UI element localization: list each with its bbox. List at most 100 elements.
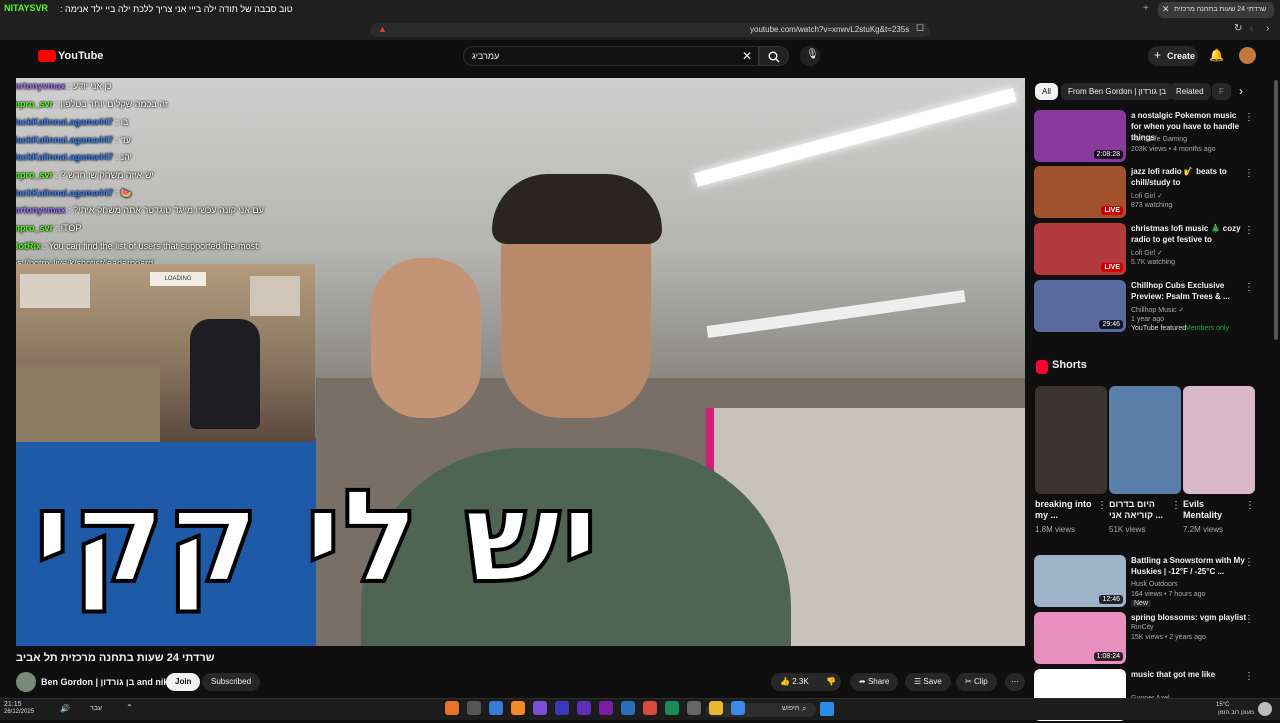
short-thumbnail[interactable]	[1109, 386, 1181, 494]
video-title: Battling a Snowstorm with My Huskies | -…	[1131, 556, 1245, 576]
channel-name[interactable]: Ben Gordon | בן גורדון and nik	[41, 677, 168, 687]
app-icon-2[interactable]	[467, 701, 481, 715]
duration-badge: 1:08:24	[1093, 652, 1123, 661]
recommended-video[interactable]: LIVE jazz lofi radio 🎷 beats to chill/stu…	[1034, 166, 1260, 220]
short-title[interactable]: Evils Mentality	[1183, 499, 1243, 521]
more-options-icon[interactable]: ⋮	[1171, 500, 1181, 511]
chip-from-channel[interactable]: From Ben Gordon | בן גורדון	[1061, 83, 1173, 100]
recommended-video[interactable]: 12:46 Battling a Snowstorm with My Huskie…	[1034, 555, 1260, 609]
more-options-icon[interactable]: ⋮	[1097, 500, 1107, 511]
active-tab[interactable]: ✕ שרדתי 24 שעות בתחנה מרכזית	[1158, 2, 1274, 18]
thumbs-down-icon[interactable]: 👎	[826, 673, 836, 691]
short-thumbnail[interactable]	[1183, 386, 1255, 494]
youtube-logo-icon[interactable]	[38, 50, 56, 62]
clip-button[interactable]: ✂ Clip	[956, 673, 997, 691]
save-button[interactable]: ☰ Save	[905, 673, 951, 691]
sidebar-scrollbar[interactable]	[1274, 80, 1278, 340]
chip-all[interactable]: All	[1035, 83, 1058, 100]
youtube-logo-text: YouTube	[58, 50, 104, 62]
app-icon-9[interactable]	[621, 701, 635, 715]
search-input[interactable]: עמרביג ✕	[463, 46, 759, 66]
app-icon-5[interactable]	[533, 701, 547, 715]
more-options-icon[interactable]: ⋮	[1244, 557, 1254, 568]
short-title[interactable]: היום בדרום קוריאה אני ...	[1109, 499, 1169, 521]
browser-tab-bar: NITAYSVR : טוב סבבה של תודה ילה בייי אני…	[0, 0, 1280, 20]
voice-search-button[interactable]: 🎙	[800, 46, 820, 66]
weather-icon	[1258, 702, 1272, 716]
tab-title: שרדתי 24 שעות בתחנה מרכזית	[1174, 6, 1267, 13]
language-indicator[interactable]: עבר	[90, 705, 102, 712]
short-title[interactable]: breaking into my ...	[1035, 499, 1095, 521]
volume-icon[interactable]: 🔊	[60, 704, 70, 713]
app-icon-12[interactable]	[687, 701, 701, 715]
subscribed-button[interactable]: Subscribed	[202, 673, 261, 691]
like-count: 2.3K	[792, 677, 809, 686]
windows-start-icon[interactable]	[820, 702, 834, 716]
tray-expand-icon[interactable]: ⌃	[126, 703, 133, 712]
app-icon-8[interactable]	[599, 701, 613, 715]
video-title: שרדתי 24 שעות בתחנה מרכזית תל אביב	[16, 652, 215, 664]
folder-icon[interactable]	[709, 701, 723, 715]
more-options-icon[interactable]: ⋮	[1244, 112, 1254, 123]
video-title: christmas lofi music 🎄 cozy radio to get…	[1131, 224, 1241, 244]
video-thumbnail[interactable]: 29:46	[1034, 280, 1126, 332]
back-icon[interactable]: ‹	[1250, 23, 1253, 34]
app-icon-10[interactable]	[643, 701, 657, 715]
video-thumbnail[interactable]: 12:46	[1034, 555, 1126, 607]
chip-more[interactable]: F	[1212, 83, 1231, 100]
avatar[interactable]	[1239, 47, 1256, 64]
app-icon-7[interactable]	[577, 701, 591, 715]
recommended-video[interactable]: LIVE christmas lofi music 🎄 cozy radio to…	[1034, 223, 1260, 277]
more-options-icon[interactable]: ⋮	[1244, 225, 1254, 236]
search-button[interactable]	[759, 46, 789, 66]
channel-name: RinCity	[1131, 624, 1154, 631]
chat-username: JackKalinnai.agama447	[16, 116, 114, 127]
app-icon-4[interactable]	[511, 701, 525, 715]
more-actions-button[interactable]: ⋯	[1005, 673, 1025, 691]
chip-related[interactable]: Related	[1169, 83, 1211, 100]
share-button[interactable]: ➦ Share	[850, 673, 899, 691]
video-thumbnail[interactable]: 2:08:28	[1034, 110, 1126, 162]
webcam-window	[250, 276, 300, 316]
chips-next-icon[interactable]: ›	[1239, 84, 1243, 98]
more-options-icon[interactable]: ⋮	[1245, 500, 1255, 511]
reload-icon[interactable]: ↻	[1234, 23, 1242, 34]
short-views: 1.8M views	[1035, 525, 1076, 534]
bookmark-icon[interactable]: ☐	[916, 23, 924, 34]
video-thumbnail[interactable]: LIVE	[1034, 166, 1126, 218]
channel-avatar[interactable]	[16, 672, 36, 692]
create-button[interactable]: + Create	[1148, 46, 1198, 66]
short-thumbnail[interactable]	[1035, 386, 1107, 494]
person-hand	[371, 258, 481, 418]
recommended-video[interactable]: 2:08:28 a nostalgic Pokemon music for whe…	[1034, 110, 1260, 164]
forward-icon[interactable]: ›	[1266, 23, 1269, 34]
notifications-bell-icon[interactable]: 🔔	[1209, 48, 1224, 62]
new-tab-icon[interactable]: +	[1143, 3, 1149, 14]
app-icon-1[interactable]	[445, 701, 459, 715]
more-options-icon[interactable]: ⋮	[1244, 282, 1254, 293]
like-dislike-button[interactable]: 👍 2.3K 👎	[771, 673, 841, 691]
more-options-icon[interactable]: ⋮	[1244, 168, 1254, 179]
clear-search-icon[interactable]: ✕	[742, 49, 752, 63]
app-icon-11[interactable]	[665, 701, 679, 715]
video-thumbnail[interactable]: 1:08:24	[1034, 612, 1126, 664]
app-icon-6[interactable]	[555, 701, 569, 715]
chat-text: You can find the list of users that supp…	[48, 240, 261, 251]
chat-message: ✚ JackKalinnai.agama447 : בו	[16, 115, 128, 129]
chat-message: ✚ JackKalinnai.agama447 : יהנ	[16, 150, 132, 164]
shorts-header: Shorts	[1052, 359, 1087, 371]
more-options-icon[interactable]: ⋮	[1244, 614, 1254, 625]
recommended-video[interactable]: 29:46 Chillhop Cubs Exclusive Preview: Ps…	[1034, 280, 1260, 334]
app-icon-3[interactable]	[489, 701, 503, 715]
close-tab-icon[interactable]: ✕	[1162, 4, 1170, 15]
recommended-video[interactable]: 1:08:24 spring blossoms: vgm playlist RinC…	[1034, 612, 1260, 666]
video-player[interactable]: ✚ mrtonyvmax : ?בטלפון זה הסאב עולה יותר…	[16, 78, 1025, 646]
chat-message: ✚ JackKalinnai.agama447 : 🍉	[16, 186, 132, 200]
url-field[interactable]: ▲ youtube.com/watch?v=xnwvL2stuKg&t=235s…	[370, 23, 930, 37]
plus-icon: +	[1154, 48, 1162, 62]
scissors-icon: ✂	[965, 677, 974, 686]
video-thumbnail[interactable]: LIVE	[1034, 223, 1126, 275]
app-icon-14[interactable]	[731, 701, 745, 715]
join-button[interactable]: Join	[166, 673, 201, 691]
more-options-icon[interactable]: ⋮	[1244, 671, 1254, 682]
